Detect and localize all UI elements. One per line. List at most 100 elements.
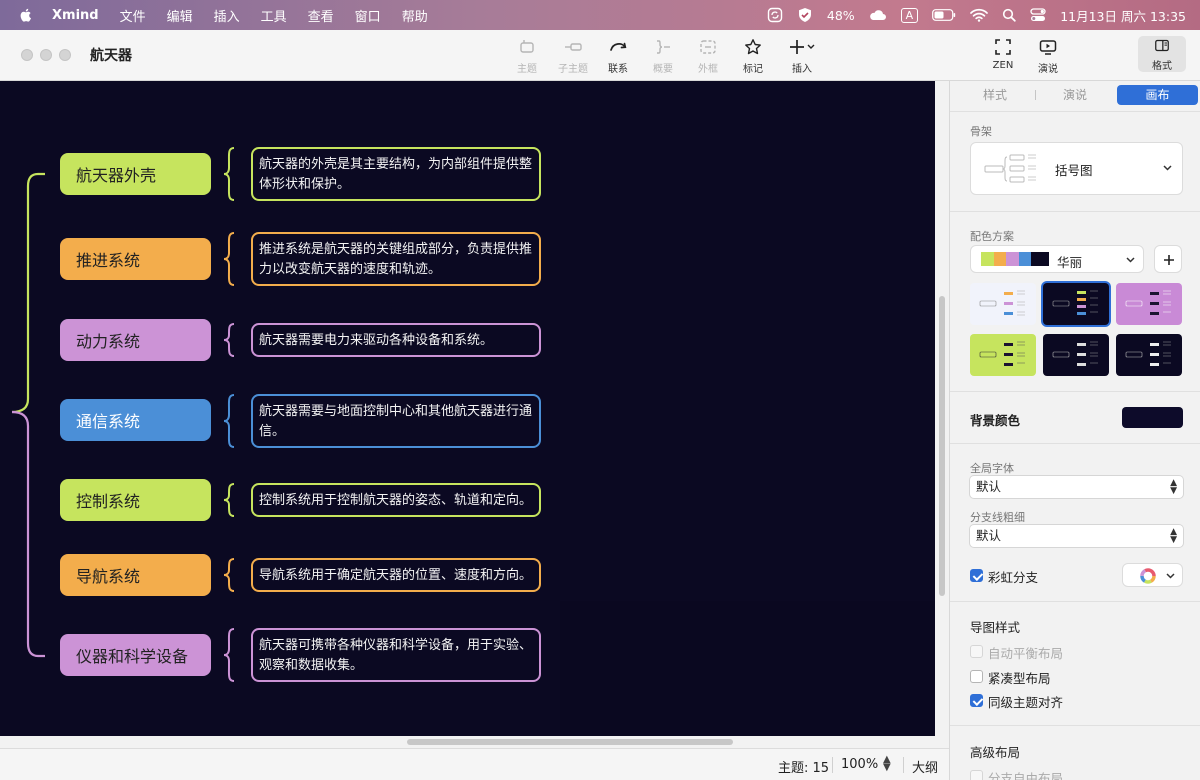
toolbar-format-button[interactable]: 格式 bbox=[1138, 36, 1186, 72]
background-color-swatch[interactable] bbox=[1122, 407, 1183, 428]
theme-thumb-5[interactable] bbox=[1043, 334, 1109, 376]
window-minimize-button[interactable] bbox=[40, 49, 52, 61]
theme-thumb-6[interactable] bbox=[1116, 334, 1182, 376]
topic-instruments[interactable]: 仪器和科学设备 bbox=[60, 634, 211, 676]
rainbow-color-picker[interactable] bbox=[1122, 563, 1183, 587]
input-method-indicator[interactable]: A bbox=[900, 7, 919, 23]
swatch-1 bbox=[981, 252, 994, 266]
tab-style[interactable]: 样式 bbox=[970, 85, 1020, 105]
menu-help[interactable]: 帮助 bbox=[402, 6, 428, 25]
align-siblings-label: 同级主题对齐 bbox=[988, 695, 1064, 710]
control-center-icon[interactable] bbox=[1030, 8, 1046, 22]
plus-icon bbox=[790, 40, 815, 54]
menu-edit[interactable]: 编辑 bbox=[167, 6, 193, 25]
skeleton-select[interactable]: 括号图 bbox=[970, 142, 1183, 195]
menu-file[interactable]: 文件 bbox=[120, 6, 146, 25]
branch-width-select[interactable]: 默认 ▲ ▼ bbox=[970, 525, 1183, 547]
battery-percent: 48% bbox=[826, 7, 855, 23]
summary-navigation[interactable]: 导航系统用于确定航天器的位置、速度和方向。 bbox=[251, 558, 541, 592]
chevron-down-icon bbox=[1166, 573, 1175, 579]
menubar-datetime[interactable]: 11月13日 周六 13:35 bbox=[1060, 6, 1186, 25]
summary-control[interactable]: 控制系统用于控制航天器的姿态、轨道和定向。 bbox=[251, 483, 541, 517]
sync-status-icon[interactable] bbox=[767, 7, 783, 23]
summary-text: 航天器需要电力来驱动各种设备和系统。 bbox=[259, 333, 494, 348]
toolbar-relationship-button[interactable]: 联系 bbox=[594, 38, 642, 75]
summary-instruments[interactable]: 航天器可携带各种仪器和科学设备，用于实验、观察和数据收集。 bbox=[251, 628, 541, 682]
toolbar-boundary-label: 外框 bbox=[698, 64, 718, 75]
theme-preview-lime bbox=[979, 341, 1025, 366]
spotlight-search-icon[interactable] bbox=[1002, 8, 1016, 22]
window-zoom-button[interactable] bbox=[59, 49, 71, 61]
advanced-layout-label: 高级布局 bbox=[970, 745, 1021, 760]
zoom-level[interactable]: 100% bbox=[841, 757, 878, 772]
toolbar-zen-button[interactable]: ZEN bbox=[979, 38, 1027, 71]
color-scheme-select[interactable]: 华丽 bbox=[970, 245, 1144, 273]
theme-thumb-4[interactable] bbox=[970, 334, 1036, 376]
add-color-scheme-button[interactable] bbox=[1154, 245, 1182, 273]
wifi-icon[interactable] bbox=[970, 8, 989, 22]
topic-power[interactable]: 动力系统 bbox=[60, 319, 211, 361]
menu-tools[interactable]: 工具 bbox=[261, 6, 287, 25]
summary-text: 控制系统用于控制航天器的姿态、轨道和定向。 bbox=[259, 493, 533, 508]
toolbar-present-button[interactable]: 演说 bbox=[1024, 38, 1072, 75]
menu-insert[interactable]: 插入 bbox=[214, 6, 240, 25]
theme-thumb-2[interactable] bbox=[1043, 283, 1109, 325]
tab-pitch[interactable]: 演说 bbox=[1050, 85, 1100, 105]
theme-preview-purple bbox=[1125, 290, 1171, 315]
global-font-select[interactable]: 默认 ▲ ▼ bbox=[970, 476, 1183, 498]
toolbar-summary-label: 概要 bbox=[653, 64, 673, 75]
rainbow-branch-checkbox[interactable] bbox=[970, 569, 983, 582]
menu-app-name[interactable]: Xmind bbox=[52, 8, 99, 23]
color-scheme-label: 配色方案 bbox=[970, 230, 1014, 243]
topic-propulsion[interactable]: 推进系统 bbox=[60, 238, 211, 280]
topic-spacecraft-shell[interactable]: 航天器外壳 bbox=[60, 153, 211, 195]
horizontal-scrollbar[interactable] bbox=[0, 736, 935, 748]
summary-power[interactable]: 航天器需要电力来驱动各种设备和系统。 bbox=[251, 323, 541, 357]
topic-navigation[interactable]: 导航系统 bbox=[60, 554, 211, 596]
apple-icon[interactable] bbox=[18, 7, 34, 23]
toolbar-summary-button[interactable]: 概要 bbox=[639, 38, 687, 75]
topic-label: 航天器外壳 bbox=[76, 166, 157, 185]
battery-icon[interactable] bbox=[932, 9, 956, 21]
summary-spacecraft-shell[interactable]: 航天器的外壳是其主要结构，为内部组件提供整体形状和保护。 bbox=[251, 147, 541, 201]
summary-icon bbox=[657, 40, 670, 54]
relationship-icon bbox=[610, 42, 627, 51]
summary-brace bbox=[223, 628, 235, 682]
outline-button[interactable]: 大纲 bbox=[912, 757, 938, 776]
cloud-status-icon[interactable] bbox=[869, 8, 887, 22]
toolbar-insert-button[interactable]: 插入 bbox=[778, 38, 826, 75]
compact-layout-checkbox[interactable] bbox=[970, 670, 983, 683]
free-layout-checkbox[interactable] bbox=[970, 770, 983, 780]
panel-divider bbox=[950, 211, 1200, 212]
compact-layout-label: 紧凑型布局 bbox=[988, 671, 1051, 686]
rainbow-branch-label: 彩虹分支 bbox=[988, 570, 1039, 585]
summary-communication[interactable]: 航天器需要与地面控制中心和其他航天器进行通信。 bbox=[251, 394, 541, 448]
horizontal-scroll-thumb[interactable] bbox=[407, 739, 733, 745]
tab-canvas[interactable]: 画布 bbox=[1117, 85, 1198, 105]
menu-view[interactable]: 查看 bbox=[308, 6, 334, 25]
theme-thumb-1[interactable] bbox=[970, 283, 1036, 325]
format-panel: 样式 演说 画布 骨架 括号图 配色方案 华丽 背景颜色 全局字体 默认 ▲ ▼… bbox=[949, 81, 1200, 780]
topic-count: 主题: 15 bbox=[778, 761, 830, 776]
vertical-scroll-thumb[interactable] bbox=[939, 296, 945, 596]
topic-control[interactable]: 控制系统 bbox=[60, 479, 211, 521]
toolbar-topic-button[interactable]: 主题 bbox=[503, 38, 551, 75]
theme-preview-dark-mono bbox=[1052, 341, 1098, 366]
color-theme-thumbnails bbox=[970, 283, 1184, 377]
auto-balance-checkbox[interactable] bbox=[970, 645, 983, 658]
toolbar-topic-label: 主题 bbox=[517, 64, 537, 75]
vertical-scrollbar[interactable] bbox=[935, 81, 949, 748]
shield-check-icon[interactable] bbox=[797, 7, 813, 23]
summary-propulsion[interactable]: 推进系统是航天器的关键组成部分，负责提供推力以改变航天器的速度和轨迹。 bbox=[251, 232, 541, 286]
toolbar-subtopic-button[interactable]: 子主题 bbox=[549, 38, 597, 75]
status-divider bbox=[903, 757, 904, 773]
window-close-button[interactable] bbox=[21, 49, 33, 61]
zoom-stepper-icon[interactable]: ▲ ▼ bbox=[883, 755, 891, 773]
toolbar-marker-button[interactable]: 标记 bbox=[729, 38, 777, 75]
align-siblings-checkbox[interactable] bbox=[970, 694, 983, 707]
theme-thumb-3[interactable] bbox=[1116, 283, 1182, 325]
menu-window[interactable]: 窗口 bbox=[355, 6, 381, 25]
mindmap-canvas[interactable]: 航天器外壳 航天器的外壳是其主要结构，为内部组件提供整体形状和保护。 推进系统 … bbox=[0, 81, 935, 736]
toolbar-boundary-button[interactable]: 外框 bbox=[684, 38, 732, 75]
topic-communication[interactable]: 通信系统 bbox=[60, 399, 211, 441]
